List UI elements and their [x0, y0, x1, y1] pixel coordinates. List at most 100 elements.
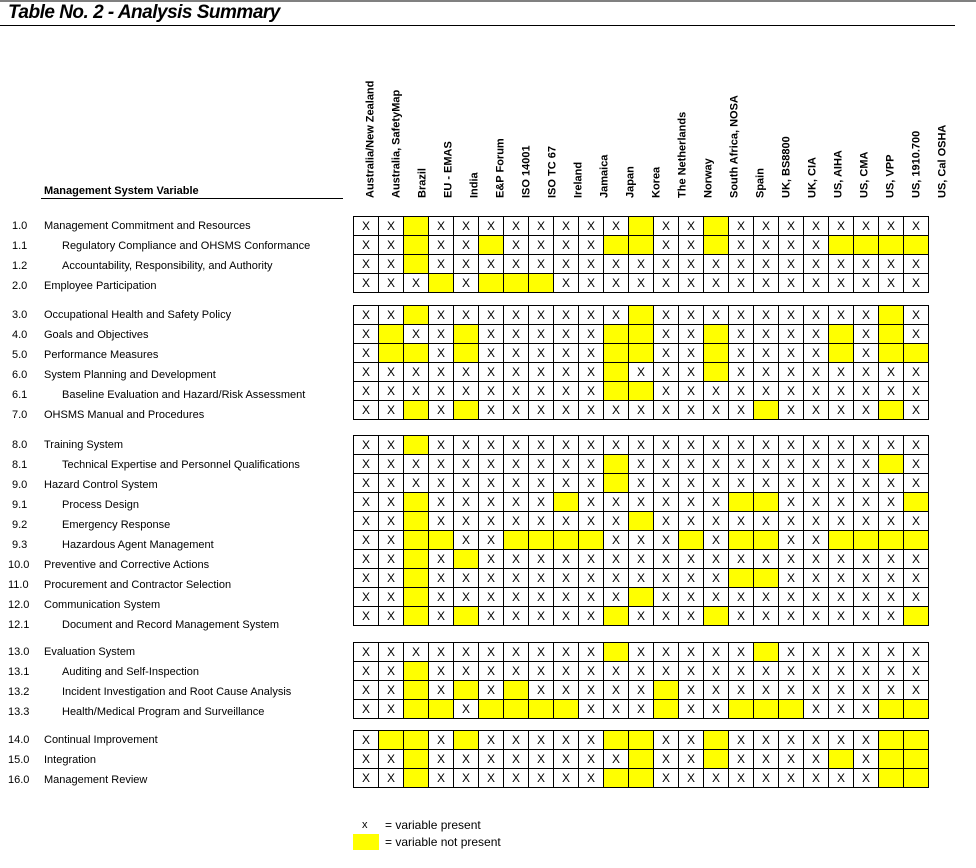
cell-not-present	[878, 400, 904, 420]
cell-present: X	[553, 661, 579, 681]
row-number: 4.0	[12, 329, 28, 341]
cell-not-present	[878, 235, 904, 255]
cell-present: X	[503, 324, 529, 344]
cell-present: X	[878, 568, 904, 588]
cell-present: X	[453, 435, 479, 455]
cell-present: X	[553, 305, 579, 325]
cell-present: X	[878, 381, 904, 401]
cell-present: X	[553, 435, 579, 455]
cell-not-present	[653, 680, 679, 700]
cell-present: X	[578, 305, 604, 325]
cell-present: X	[778, 492, 804, 512]
cell-present: X	[828, 473, 854, 493]
cell-present: X	[853, 324, 879, 344]
cell-present: X	[528, 749, 554, 769]
table-row: XXXXXXXXXXXXXXXXXXXXXX	[353, 254, 929, 274]
cell-present: X	[578, 549, 604, 569]
cell-present: X	[728, 768, 754, 788]
cell-present: X	[828, 435, 854, 455]
table-row: XXXXXXXXXXXXXXXXXXX	[353, 680, 929, 700]
cell-not-present	[628, 305, 654, 325]
cell-present: X	[528, 473, 554, 493]
cell-not-present	[603, 473, 629, 493]
cell-not-present	[403, 568, 429, 588]
cell-not-present	[903, 749, 929, 769]
row-label: Procurement and Contractor Selection	[44, 579, 232, 591]
cell-present: X	[678, 768, 704, 788]
cell-present: X	[453, 454, 479, 474]
cell-present: X	[428, 216, 454, 236]
cell-present: X	[628, 606, 654, 626]
cell-present: X	[528, 587, 554, 607]
cell-present: X	[803, 400, 829, 420]
cell-present: X	[753, 305, 779, 325]
cell-present: X	[903, 362, 929, 382]
cell-present: X	[378, 305, 404, 325]
cell-present: X	[678, 235, 704, 255]
cell-present: X	[853, 568, 879, 588]
cell-present: X	[678, 549, 704, 569]
cell-present: X	[853, 511, 879, 531]
cell-present: X	[753, 362, 779, 382]
cell-present: X	[678, 642, 704, 662]
cell-present: X	[678, 492, 704, 512]
cell-present: X	[528, 343, 554, 363]
cell-present: X	[678, 680, 704, 700]
cell-not-present	[828, 749, 854, 769]
cell-present: X	[478, 568, 504, 588]
cell-present: X	[603, 568, 629, 588]
column-header: US, CMA	[847, 40, 873, 198]
cell-present: X	[428, 680, 454, 700]
cell-present: X	[478, 435, 504, 455]
cell-not-present	[628, 768, 654, 788]
row-label: Continual Improvement	[44, 734, 158, 746]
cell-present: X	[378, 473, 404, 493]
column-header: EU - EMAS	[431, 40, 457, 198]
cell-present: X	[678, 343, 704, 363]
cell-present: X	[503, 511, 529, 531]
cell-not-present	[703, 343, 729, 363]
cell-present: X	[803, 768, 829, 788]
cell-present: X	[553, 235, 579, 255]
row-number: 11.0	[8, 579, 29, 591]
row-number: 14.0	[8, 734, 30, 746]
cell-present: X	[903, 568, 929, 588]
cell-present: X	[353, 661, 379, 681]
row-label: Management Commitment and Resources	[44, 220, 251, 232]
cell-present: X	[753, 473, 779, 493]
column-header: UK, BS8800	[769, 40, 795, 198]
cell-present: X	[903, 216, 929, 236]
cell-present: X	[903, 473, 929, 493]
cell-present: X	[403, 381, 429, 401]
cell-present: X	[853, 587, 879, 607]
cell-present: X	[603, 699, 629, 719]
column-header: Australia/New Zealand	[353, 40, 379, 198]
cell-present: X	[728, 749, 754, 769]
cell-present: X	[578, 749, 604, 769]
cell-not-present	[503, 273, 529, 293]
cell-present: X	[378, 492, 404, 512]
cell-present: X	[453, 568, 479, 588]
cell-present: X	[578, 587, 604, 607]
cell-present: X	[753, 235, 779, 255]
cell-present: X	[378, 254, 404, 274]
cell-not-present	[703, 362, 729, 382]
cell-present: X	[378, 699, 404, 719]
column-header-label: Spain	[754, 168, 767, 198]
cell-present: X	[678, 749, 704, 769]
row-number: 13.2	[8, 686, 30, 698]
cell-present: X	[528, 254, 554, 274]
cell-present: X	[678, 324, 704, 344]
cell-present: X	[528, 305, 554, 325]
cell-present: X	[628, 400, 654, 420]
cell-present: X	[578, 435, 604, 455]
column-header: Australia, SafetyMap	[379, 40, 405, 198]
cell-present: X	[528, 768, 554, 788]
cell-present: X	[728, 400, 754, 420]
column-header-label: ISO 14001	[520, 145, 533, 198]
cell-present: X	[878, 606, 904, 626]
cell-not-present	[403, 606, 429, 626]
column-header-label: E&P Forum	[494, 138, 507, 198]
cell-present: X	[478, 661, 504, 681]
cell-not-present	[603, 768, 629, 788]
